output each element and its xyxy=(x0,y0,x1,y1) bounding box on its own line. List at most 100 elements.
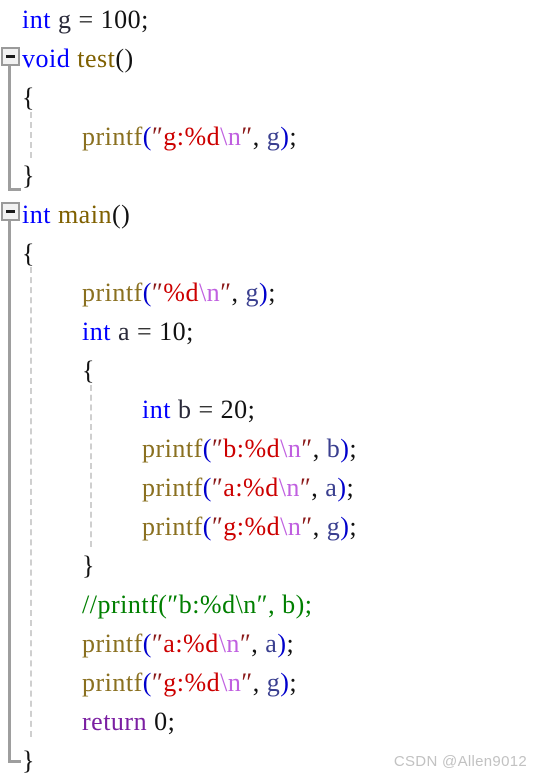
code-token: = xyxy=(137,317,153,346)
code-token: , xyxy=(252,668,260,697)
code-token: ″ xyxy=(241,122,253,151)
code-token: g:%d xyxy=(163,122,221,151)
code-token: int xyxy=(82,317,111,346)
code-token: ″ xyxy=(211,512,224,541)
code-token: ″ xyxy=(299,473,312,502)
code-token: } xyxy=(82,551,95,580)
code-token: 20 xyxy=(220,395,248,424)
code-line[interactable]: void test() xyxy=(0,39,535,78)
code-token: int xyxy=(22,5,51,34)
code-token: ″ xyxy=(301,512,313,541)
code-token: ( xyxy=(142,122,152,151)
code-token: ) xyxy=(337,473,347,502)
code-token: ) xyxy=(259,278,269,307)
code-token: \n xyxy=(220,668,242,697)
watermark: CSDN @Allen9012 xyxy=(393,753,527,770)
code-token: g xyxy=(326,512,341,541)
code-token: ; xyxy=(141,5,149,34)
code-token: g xyxy=(266,122,281,151)
code-editor[interactable]: int g = 100; void test(){printf(″g:%d\n″,… xyxy=(0,0,535,778)
code-token: ) xyxy=(277,629,287,658)
code-token: = xyxy=(78,5,94,34)
code-lines[interactable]: int g = 100; void test(){printf(″g:%d\n″,… xyxy=(0,0,535,778)
code-token: printf xyxy=(82,629,143,658)
code-token: 100 xyxy=(100,5,142,34)
code-token: = xyxy=(198,395,214,424)
code-token: ( xyxy=(142,278,152,307)
code-line[interactable]: int b = 20; xyxy=(0,390,535,429)
code-token: int xyxy=(22,200,51,229)
code-token: g:%d xyxy=(163,668,221,697)
code-token: ; xyxy=(289,668,298,697)
code-token: g xyxy=(266,668,281,697)
code-token: printf xyxy=(82,122,143,151)
code-line[interactable]: printf(″b:%d\n″, b); xyxy=(0,429,535,468)
code-token: g xyxy=(57,5,72,34)
code-token: 10 xyxy=(159,317,187,346)
code-token: a xyxy=(117,317,130,346)
code-token: ; xyxy=(349,434,358,463)
code-token: ; xyxy=(349,512,358,541)
code-token: a:%d xyxy=(223,473,279,502)
code-token: } xyxy=(22,161,35,190)
code-line[interactable]: { xyxy=(0,351,535,390)
code-line[interactable]: printf(″g:%d\n″, g); xyxy=(0,507,535,546)
code-token: ( xyxy=(202,434,212,463)
code-token: ( xyxy=(202,473,212,502)
code-token: ″ xyxy=(151,122,164,151)
code-token: ; xyxy=(286,629,295,658)
code-token: b:%d xyxy=(223,434,281,463)
code-line[interactable]: int a = 10; xyxy=(0,312,535,351)
code-token: a:%d xyxy=(163,629,219,658)
code-token: test xyxy=(77,44,116,73)
code-token: \n xyxy=(218,629,240,658)
code-line[interactable]: { xyxy=(0,78,535,117)
code-line[interactable]: int main() xyxy=(0,195,535,234)
code-token: ″ xyxy=(241,668,253,697)
code-token: ( xyxy=(142,668,152,697)
code-line[interactable]: printf(″a:%d\n″, a); xyxy=(0,624,535,663)
code-token: printf xyxy=(82,278,143,307)
code-token: , xyxy=(231,278,239,307)
code-token: printf xyxy=(142,512,203,541)
code-token: g:%d xyxy=(223,512,281,541)
code-token: g xyxy=(245,278,260,307)
code-line[interactable]: printf(″g:%d\n″, g); xyxy=(0,117,535,156)
code-token: b xyxy=(177,395,192,424)
code-token: { xyxy=(22,239,35,268)
code-token: %d xyxy=(163,278,199,307)
code-token: , xyxy=(312,512,320,541)
code-line[interactable]: } xyxy=(0,156,535,195)
code-token: () xyxy=(115,44,134,73)
code-token: void xyxy=(22,44,71,73)
code-token: b xyxy=(326,434,341,463)
code-token: ; xyxy=(167,707,176,736)
code-line[interactable]: //printf(″b:%d\n″, b); xyxy=(0,585,535,624)
code-line[interactable]: return 0; xyxy=(0,702,535,741)
code-token: ( xyxy=(202,512,212,541)
code-line[interactable]: printf(″a:%d\n″, a); xyxy=(0,468,535,507)
code-token: { xyxy=(22,83,35,112)
code-token: printf xyxy=(142,434,203,463)
code-line[interactable]: { xyxy=(0,234,535,273)
code-token: 0 xyxy=(154,707,168,736)
code-token: \n xyxy=(278,473,300,502)
code-token: ″ xyxy=(239,629,252,658)
code-token: ; xyxy=(346,473,355,502)
code-token: a xyxy=(265,629,278,658)
code-token: //printf(″b:%d\n″, b); xyxy=(82,590,313,619)
code-line[interactable]: int g = 100; xyxy=(0,0,535,39)
code-token: ; xyxy=(289,122,298,151)
code-line[interactable]: } xyxy=(0,546,535,585)
code-line[interactable]: printf(″%d\n″, g); xyxy=(0,273,535,312)
code-token: () xyxy=(111,200,131,229)
code-token: , xyxy=(252,122,260,151)
code-token: \n xyxy=(220,122,242,151)
code-token: ″ xyxy=(220,278,232,307)
code-line[interactable]: printf(″g:%d\n″, g); xyxy=(0,663,535,702)
